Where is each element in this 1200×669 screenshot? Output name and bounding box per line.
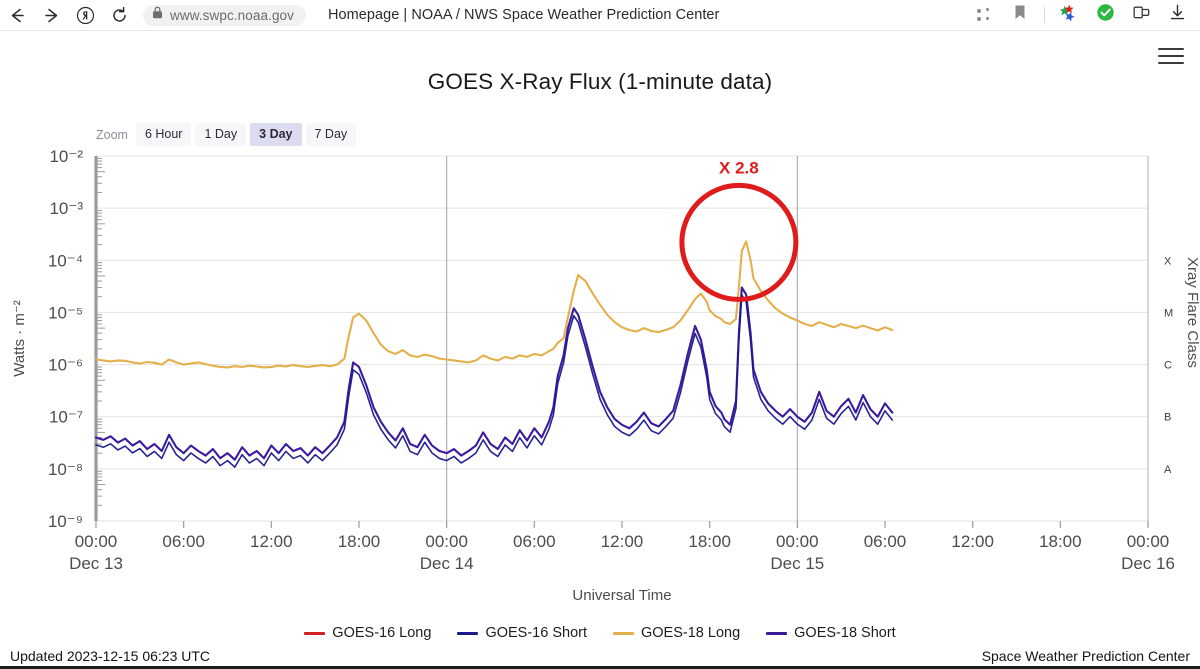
y-axis-tick-label: 10⁻⁹ <box>48 512 83 531</box>
x-axis-date-label: Dec 13 <box>69 554 123 573</box>
page-title: Homepage | NOAA / NWS Space Weather Pred… <box>328 7 720 23</box>
legend-item-goes18-short[interactable]: GOES-18 Short <box>766 625 896 641</box>
legend-label: GOES-18 Short <box>794 625 896 641</box>
legend-label: GOES-16 Long <box>332 625 432 641</box>
x-axis-tick-label: 00:00 <box>776 532 819 551</box>
legend-label: GOES-16 Short <box>485 625 587 641</box>
source-attribution: Space Weather Prediction Center <box>981 648 1190 664</box>
padlock-icon <box>152 6 163 24</box>
address-bar[interactable]: www.swpc.noaa.gov <box>143 4 307 26</box>
protection-status-button[interactable] <box>1088 0 1122 30</box>
legend-item-goes18-long[interactable]: GOES-18 Long <box>613 625 740 641</box>
hamburger-menu-icon <box>1158 54 1184 58</box>
address-bar-url: www.swpc.noaa.gov <box>170 7 295 23</box>
y-axis-tick-label: 10⁻⁴ <box>48 251 83 270</box>
back-button[interactable] <box>0 0 34 30</box>
page-footer: Updated 2023-12-15 06:23 UTC Space Weath… <box>0 646 1200 669</box>
x-axis-tick-label: 00:00 <box>425 532 468 551</box>
hamburger-menu-icon <box>1158 61 1184 65</box>
y-axis-tick-label: 10⁻³ <box>49 199 83 218</box>
browser-toolbar-actions <box>967 0 1194 30</box>
yandex-button[interactable] <box>68 0 102 30</box>
chart-legend: GOES-16 Long GOES-16 Short GOES-18 Long … <box>0 625 1200 641</box>
legend-label: GOES-18 Long <box>641 625 741 641</box>
x-axis-date-label: Dec 15 <box>770 554 824 573</box>
extensions-button[interactable] <box>1052 0 1086 30</box>
forward-arrow-icon <box>42 6 61 25</box>
x-axis-tick-label: 00:00 <box>1127 532 1170 551</box>
y-axis-tick-label: 10⁻⁵ <box>48 303 83 322</box>
colorful-stars-icon <box>1059 3 1080 28</box>
legend-swatch <box>613 631 634 635</box>
x-axis-tick-label: 12:00 <box>250 532 293 551</box>
legend-swatch <box>766 631 788 635</box>
flare-annotation-label: X 2.8 <box>719 158 759 177</box>
apps-grid-icon <box>977 8 991 22</box>
x-axis-tick-label: 18:00 <box>338 532 381 551</box>
legend-swatch <box>304 631 326 635</box>
updated-timestamp: Updated 2023-12-15 06:23 UTC <box>10 648 211 664</box>
legend-item-goes16-long[interactable]: GOES-16 Long <box>304 625 431 641</box>
reload-icon <box>110 6 129 25</box>
legend-item-goes16-short[interactable]: GOES-16 Short <box>457 625 587 641</box>
forward-button[interactable] <box>34 0 68 30</box>
x-axis-date-label: Dec 16 <box>1121 554 1175 573</box>
browser-toolbar: www.swpc.noaa.gov Homepage | NOAA / NWS … <box>0 0 1200 31</box>
back-arrow-icon <box>8 6 27 25</box>
x-axis-tick-label: 12:00 <box>951 532 994 551</box>
flare-class-label: X <box>1164 255 1172 267</box>
series-line-goes-16-short <box>95 294 894 468</box>
chart-title: GOES X-Ray Flux (1-minute data) <box>427 69 773 94</box>
flare-class-label: A <box>1164 464 1172 476</box>
x-axis-tick-label: 06:00 <box>864 532 907 551</box>
series-line-goes-18-short <box>94 286 894 461</box>
zoom-label: Zoom <box>96 127 128 142</box>
page-content: GOES X-Ray Flux (1-minute data) Zoom 6 H… <box>0 31 1200 669</box>
download-icon <box>1168 3 1187 27</box>
x-axis-tick-label: 06:00 <box>513 532 556 551</box>
yandex-logo-icon <box>76 6 95 25</box>
toolbar-divider <box>1044 7 1045 23</box>
reload-button[interactable] <box>102 0 136 30</box>
x-axis-tick-label: 18:00 <box>688 532 731 551</box>
flare-class-label: B <box>1164 412 1171 424</box>
y-axis-title: Watts · m⁻² <box>11 300 28 377</box>
legend-swatch <box>457 631 479 635</box>
y-axis-right-title: Xray Flare Class <box>1184 257 1200 368</box>
x-axis-tick-label: 12:00 <box>601 532 644 551</box>
x-axis-title: Universal Time <box>572 587 671 601</box>
collections-icon <box>1132 3 1151 27</box>
downloads-button[interactable] <box>1160 0 1194 30</box>
collections-button[interactable] <box>1124 0 1158 30</box>
x-axis-tick-label: 00:00 <box>75 532 118 551</box>
y-axis-tick-label: 10⁻² <box>49 147 83 166</box>
flare-class-label: C <box>1164 360 1172 372</box>
bookmark-icon <box>1013 4 1027 26</box>
flare-class-label: M <box>1164 307 1173 319</box>
bookmark-button[interactable] <box>1003 0 1037 30</box>
hamburger-menu-icon <box>1158 47 1184 51</box>
y-axis-tick-label: 10⁻⁸ <box>48 460 83 479</box>
apps-button[interactable] <box>967 0 1001 30</box>
chart-plot-area[interactable]: 10⁻²10⁻³10⁻⁴10⁻⁵10⁻⁶10⁻⁷10⁻⁸10⁻⁹00:00Dec… <box>0 141 1200 601</box>
chart-menu-button[interactable] <box>1158 44 1188 68</box>
x-axis-tick-label: 18:00 <box>1039 532 1082 551</box>
x-axis-date-label: Dec 14 <box>420 554 474 573</box>
y-axis-tick-label: 10⁻⁶ <box>48 356 83 375</box>
y-axis-tick-label: 10⁻⁷ <box>49 408 83 427</box>
x-axis-tick-label: 06:00 <box>162 532 205 551</box>
green-check-shield-icon <box>1096 3 1115 27</box>
xray-flux-chart: 10⁻² 10⁻³ 10⁻⁴ 10⁻⁵ 10⁻⁶ 10⁻⁷ 10⁻⁸ 10⁻⁹ 00:00 Dec… <box>0 141 1200 601</box>
